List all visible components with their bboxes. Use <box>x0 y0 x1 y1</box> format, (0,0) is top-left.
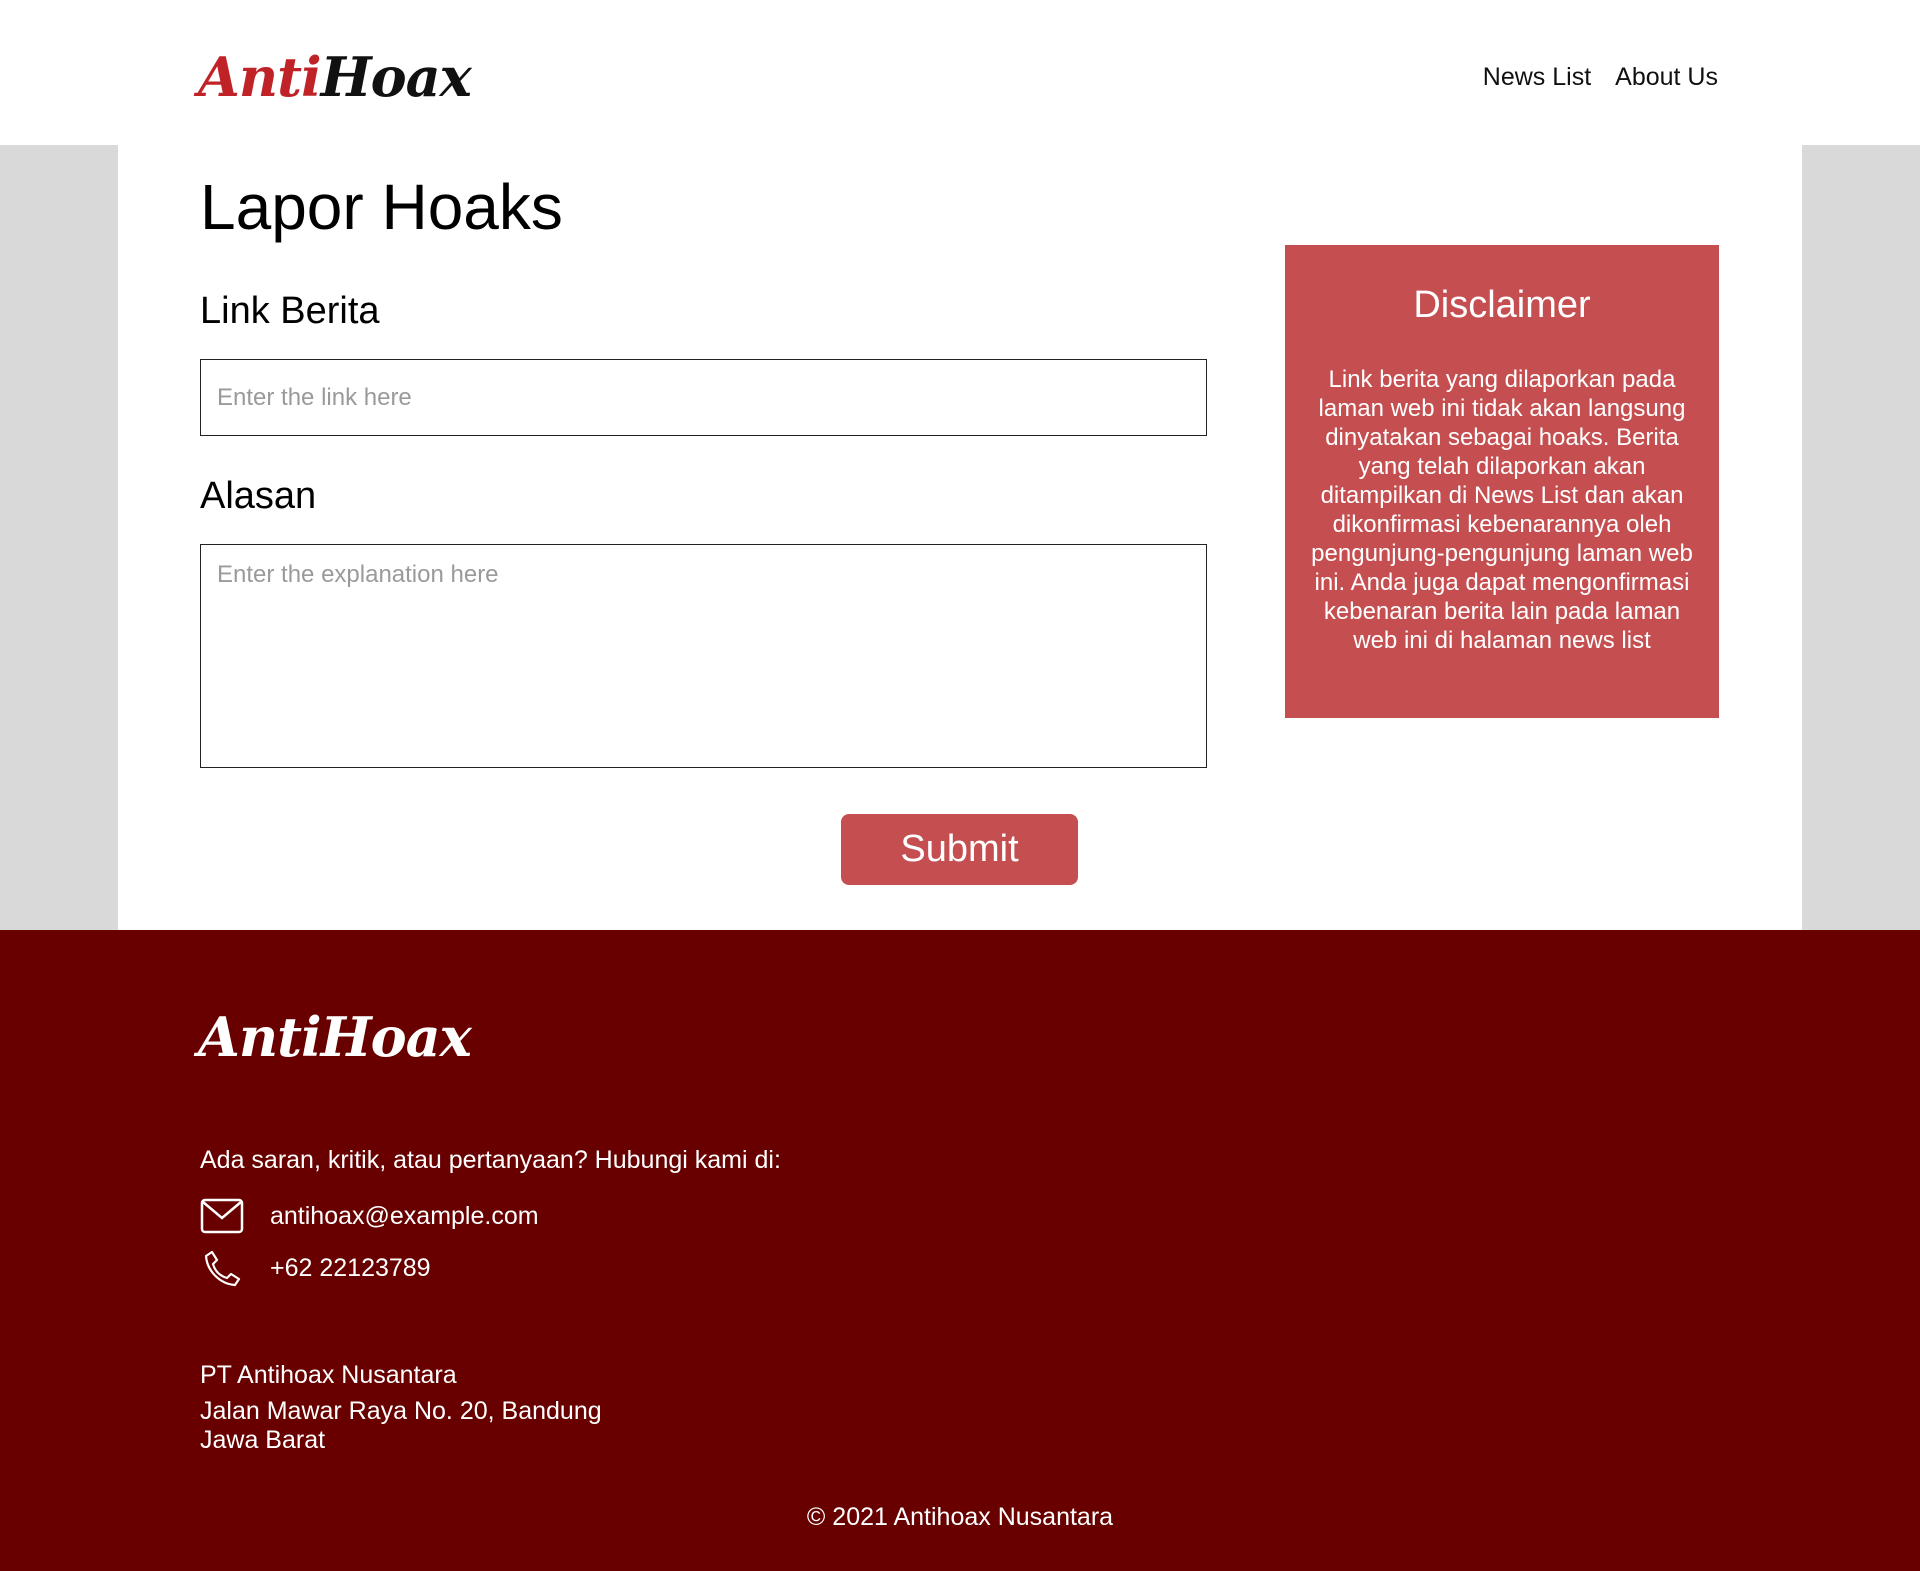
link-input[interactable] <box>200 359 1207 436</box>
report-form-panel: Lapor Hoaks Link Berita Alasan Submit Di… <box>118 145 1802 930</box>
copyright: © 2021 Antihoax Nusantara <box>806 1503 1114 1531</box>
logo-hoax-text: Hoax <box>320 45 472 109</box>
nav-about-us[interactable]: About Us <box>1615 58 1718 96</box>
main-nav: News List About Us <box>1483 58 1718 96</box>
contact-email[interactable]: antihoax@example.com <box>270 1200 539 1232</box>
site-footer: AntiHoax Ada saran, kritik, atau pertany… <box>0 930 1920 1571</box>
contact-email-row: antihoax@example.com <box>200 1198 539 1234</box>
contact-phone[interactable]: +62 22123789 <box>270 1252 431 1284</box>
contact-phone-row: +62 22123789 <box>200 1250 431 1287</box>
company-name: PT Antihoax Nusantara <box>200 1361 457 1389</box>
logo-anti-text: Anti <box>198 45 322 109</box>
nav-news-list[interactable]: News List <box>1483 58 1591 96</box>
company-address: Jalan Mawar Raya No. 20, Bandung Jawa Ba… <box>200 1397 602 1455</box>
link-label: Link Berita <box>200 290 380 332</box>
footer-logo: AntiHoax <box>198 1005 472 1069</box>
reason-textarea[interactable] <box>200 544 1207 768</box>
phone-icon <box>200 1250 244 1287</box>
disclaimer-text: Link berita yang dilaporkan pada laman w… <box>1311 366 1693 654</box>
address-line-1: Jalan Mawar Raya No. 20, Bandung <box>200 1397 602 1425</box>
contact-intro: Ada saran, kritik, atau pertanyaan? Hubu… <box>200 1146 781 1174</box>
mail-icon <box>200 1198 244 1234</box>
submit-button[interactable]: Submit <box>841 814 1078 885</box>
address-line-2: Jawa Barat <box>200 1426 326 1454</box>
logo[interactable]: AntiHoax <box>198 42 472 112</box>
site-header: AntiHoax News List About Us <box>0 0 1920 145</box>
disclaimer-title: Disclaimer <box>1413 284 1591 326</box>
page-title: Lapor Hoaks <box>200 171 563 243</box>
content-band: Lapor Hoaks Link Berita Alasan Submit Di… <box>0 145 1920 930</box>
reason-label: Alasan <box>200 475 317 517</box>
disclaimer-box: Disclaimer Link berita yang dilaporkan p… <box>1285 245 1719 718</box>
